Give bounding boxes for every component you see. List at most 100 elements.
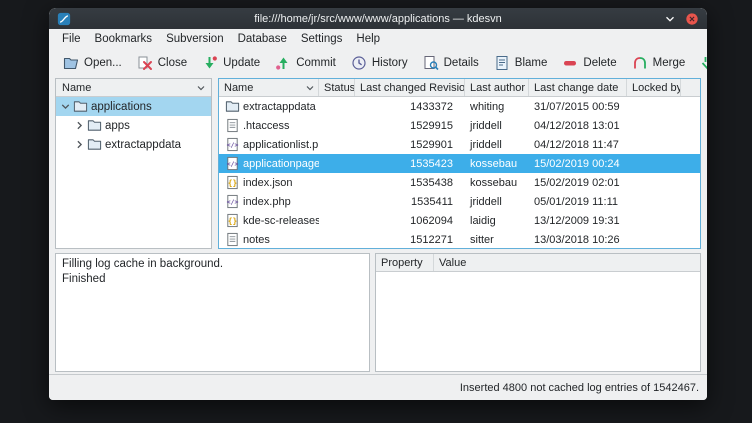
file-list-header: Name Status Last changed RevisionLast auth… xyxy=(219,79,700,97)
file-author-cell: jriddell xyxy=(465,135,529,154)
chevron-down-icon xyxy=(195,82,207,94)
kdesvn-window: file:///home/jr/src/www/www/applications… xyxy=(49,8,707,400)
toolbar-button-merge[interactable]: Merge xyxy=(626,52,692,74)
menu-help[interactable]: Help xyxy=(349,31,387,47)
svg-text:{}: {} xyxy=(228,178,238,187)
column-header-locked-by[interactable]: Locked by xyxy=(627,79,681,96)
column-header-label: Status xyxy=(324,82,355,94)
toolbar-button-delete[interactable]: Delete xyxy=(556,52,622,74)
delete-icon xyxy=(562,55,578,71)
tree-item-extractappdata[interactable]: extractappdata xyxy=(56,135,211,154)
tree-header[interactable]: Name xyxy=(56,79,211,97)
file-author-cell: laidig xyxy=(465,211,529,230)
expander-expanded-icon[interactable] xyxy=(59,100,72,113)
file-row-kde-sc-releases-json[interactable]: {}kde-sc-releases.json 1062094laidig13/12… xyxy=(219,211,700,230)
tree-item-label: extractappdata xyxy=(105,139,181,151)
expander-collapsed-icon[interactable] xyxy=(73,119,86,132)
expander-collapsed-icon[interactable] xyxy=(73,138,86,151)
file-status-cell xyxy=(319,192,355,211)
column-header-property[interactable]: Property xyxy=(376,254,434,271)
php-file-icon: </> xyxy=(225,156,240,171)
window-controls xyxy=(662,11,699,26)
column-header-label: Last changed Revision xyxy=(360,82,465,94)
toolbar-button-label: Blame xyxy=(515,57,548,69)
file-author-cell: jriddell xyxy=(465,192,529,211)
file-date-cell: 05/01/2019 11:11 xyxy=(529,192,627,211)
file-name-cell: {} index.json xyxy=(219,173,319,192)
json-file-icon: {} xyxy=(225,213,240,228)
tree-item-applications[interactable]: applications xyxy=(56,97,211,116)
column-header-status[interactable]: Status xyxy=(319,79,355,96)
file-row-index-json[interactable]: {}index.json1535438kossebau15/02/2019 02… xyxy=(219,173,700,192)
column-header-last-author[interactable]: Last author xyxy=(465,79,529,96)
open-icon xyxy=(63,55,79,71)
toolbar-button-checkout[interactable]: Checkout xyxy=(694,52,707,74)
file-date-cell: 15/02/2019 02:01 xyxy=(529,173,627,192)
toolbar-button-label: Open... xyxy=(84,57,122,69)
status-message: Inserted 4800 not cached log entries of … xyxy=(460,382,699,394)
file-date-cell: 13/12/2009 19:31 xyxy=(529,211,627,230)
file-row-applicationpage-php[interactable]: </>applicationpage.php1535423kossebau15/… xyxy=(219,154,700,173)
file-row-notes[interactable]: notes1512271sitter13/03/2018 10:26 xyxy=(219,230,700,249)
toolbar-button-details[interactable]: Details xyxy=(417,52,485,74)
column-header-filler xyxy=(681,79,700,96)
php-file-icon: </> xyxy=(225,137,240,152)
tree-item-label: apps xyxy=(105,120,130,132)
file-lockedby-cell xyxy=(627,211,681,230)
log-line: Finished xyxy=(62,272,363,287)
file-name-label: applicationpage.php xyxy=(243,158,319,170)
file-name-cell: notes xyxy=(219,230,319,249)
file-author-cell: whiting xyxy=(465,97,529,116)
file-date-cell: 13/03/2018 10:26 xyxy=(529,230,627,249)
update-icon xyxy=(202,55,218,71)
file-revision-cell: 1529901 xyxy=(355,135,465,154)
file-lockedby-cell xyxy=(627,116,681,135)
file-row-index-php[interactable]: </>index.php1535411jriddell05/01/2019 11… xyxy=(219,192,700,211)
text-file-icon xyxy=(225,118,240,133)
php-file-icon: </> xyxy=(225,194,240,209)
file-row-htaccess[interactable]: .htaccess1529915jriddell04/12/2018 13:01 xyxy=(219,116,700,135)
toolbar-button-label: Delete xyxy=(583,57,616,69)
folder-icon xyxy=(73,99,88,114)
toolbar-button-update[interactable]: Update xyxy=(196,52,266,74)
toolbar-button-open[interactable]: Open... xyxy=(57,52,128,74)
file-name-label: index.php xyxy=(243,196,291,208)
file-name-label: index.json xyxy=(243,177,293,189)
titlebar[interactable]: file:///home/jr/src/www/www/applications… xyxy=(49,8,707,29)
file-revision-cell: 1062094 xyxy=(355,211,465,230)
close-button[interactable] xyxy=(684,11,699,26)
minimize-button[interactable] xyxy=(662,11,677,26)
log-output-panel: Filling log cache in background.Finished xyxy=(55,253,370,372)
menu-bookmarks[interactable]: Bookmarks xyxy=(88,31,160,47)
column-header-name[interactable]: Name xyxy=(219,79,319,96)
toolbar-button-commit[interactable]: Commit xyxy=(269,52,342,74)
menu-settings[interactable]: Settings xyxy=(294,31,350,47)
file-name-label: kde-sc-releases.json xyxy=(243,215,319,227)
repository-tree-panel: Name applications apps extractappdata xyxy=(55,78,212,249)
kdesvn-app-icon xyxy=(57,12,71,26)
file-name-cell: </>index.php xyxy=(219,192,319,211)
log-line: Filling log cache in background. xyxy=(62,257,363,272)
menu-database[interactable]: Database xyxy=(231,31,294,47)
column-header-last-changed-revision[interactable]: Last changed Revision xyxy=(355,79,465,96)
file-name-cell: extractappdata xyxy=(219,97,319,116)
file-row-applicationlist-php[interactable]: </>applicationlist.php1529901jriddell04/… xyxy=(219,135,700,154)
file-date-cell: 15/02/2019 00:24 xyxy=(529,154,627,173)
menu-subversion[interactable]: Subversion xyxy=(159,31,231,47)
toolbar-button-blame[interactable]: Blame xyxy=(488,52,554,74)
history-icon xyxy=(351,55,367,71)
toolbar-button-history[interactable]: History xyxy=(345,52,414,74)
file-status-cell xyxy=(319,230,355,249)
toolbar: Open... CloseUpdateCommitHistoryDetails Bl… xyxy=(49,49,707,77)
file-status-cell xyxy=(319,173,355,192)
file-name-cell: {}kde-sc-releases.json xyxy=(219,211,319,230)
file-author-cell: sitter xyxy=(465,230,529,249)
file-status-cell xyxy=(319,154,355,173)
tree-body: applications apps extractappdata xyxy=(56,97,211,154)
toolbar-button-close[interactable]: Close xyxy=(131,52,193,74)
file-row-extractappdata[interactable]: extractappdata1433372whiting31/07/2015 0… xyxy=(219,97,700,116)
tree-item-apps[interactable]: apps xyxy=(56,116,211,135)
column-header-last-change-date[interactable]: Last change date xyxy=(529,79,627,96)
menu-file[interactable]: File xyxy=(55,31,88,47)
column-header-value[interactable]: Value xyxy=(434,254,700,271)
